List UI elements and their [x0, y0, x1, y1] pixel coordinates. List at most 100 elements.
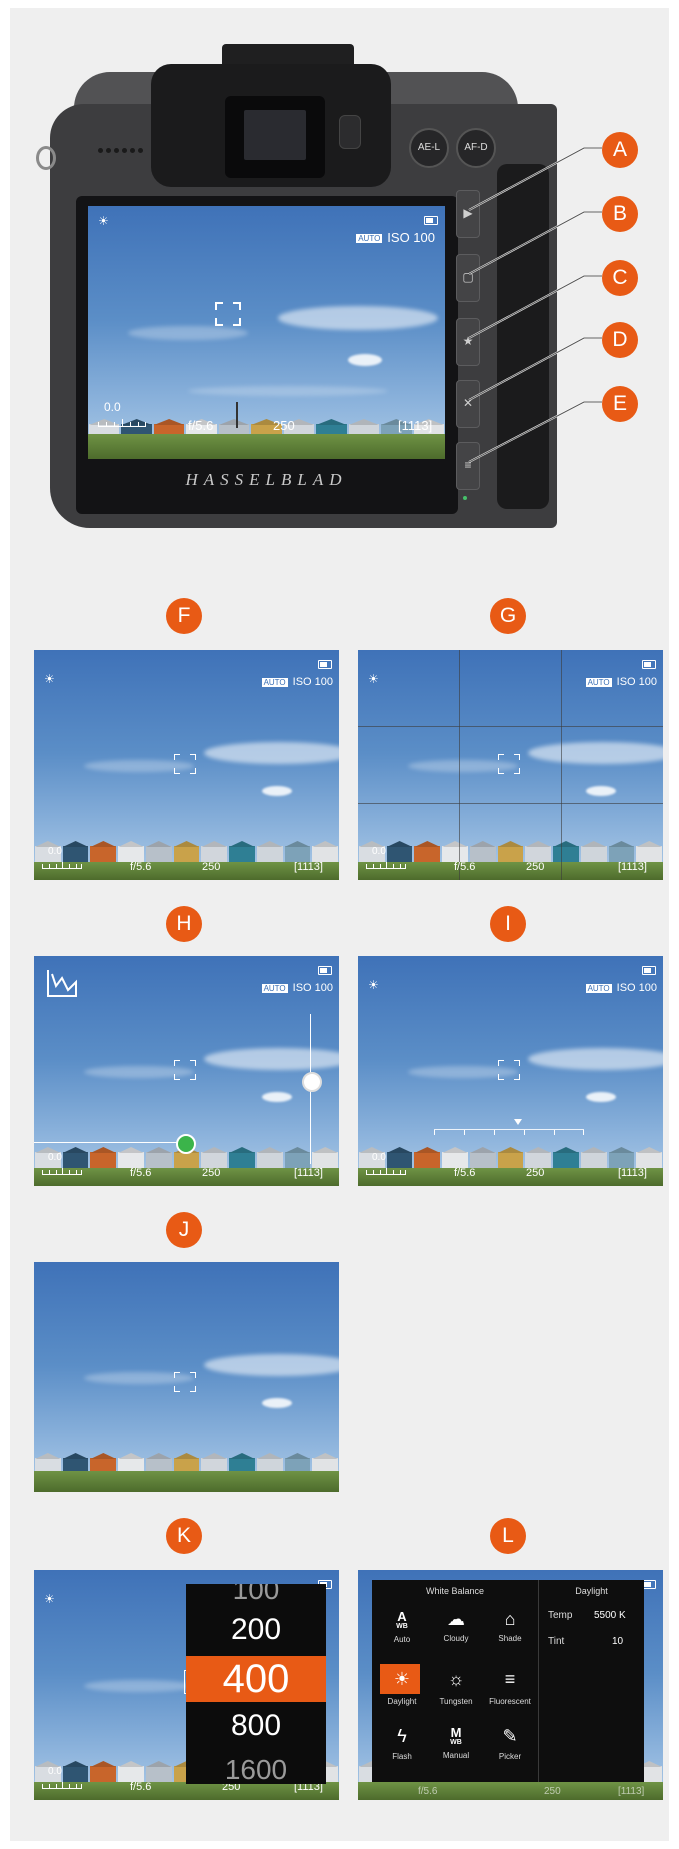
- shots-remaining: [1113]: [294, 861, 323, 873]
- histogram-icon: [47, 970, 77, 997]
- shutter-readout: 250: [526, 861, 545, 873]
- battery-icon: [642, 966, 656, 975]
- panel-j-clean-view: [34, 1262, 339, 1492]
- aperture-readout: f/5.6: [130, 861, 152, 873]
- marker-e: E: [602, 386, 638, 422]
- battery-icon: [318, 966, 332, 975]
- aperture-readout: f/5.6: [418, 1786, 438, 1797]
- iso-option[interactable]: 100: [186, 1584, 326, 1610]
- battery-icon: [318, 660, 332, 669]
- cloud-icon: ☁: [447, 1609, 465, 1629]
- focus-point: [498, 1060, 520, 1080]
- iso-readout: ISO 100: [292, 982, 333, 994]
- panel-k-iso-picker: ☀ 0.0 f/5.6 250 [1113] 100 200 400 800 1…: [34, 1570, 339, 1800]
- flash-icon: ϟ: [397, 1726, 407, 1746]
- panel-i-focus-scale-view: ☀ AUTO ISO 100 0.0 f/5.6 250 [1113]: [358, 956, 663, 1186]
- exposure-comp-value: 0.0: [372, 1152, 386, 1163]
- focus-point: [174, 754, 196, 774]
- tint-label: Tint: [548, 1636, 565, 1647]
- marker-g: G: [490, 598, 526, 634]
- horizontal-level-indicator: [176, 1134, 196, 1154]
- iso-option[interactable]: 1600: [186, 1750, 326, 1784]
- marker-a: A: [602, 132, 638, 168]
- marker-l: L: [490, 1518, 526, 1554]
- battery-icon: [642, 1580, 656, 1589]
- sun-icon: ☀: [44, 672, 55, 686]
- exposure-scale: [42, 860, 82, 869]
- exposure-scale: [42, 1780, 82, 1789]
- shots-remaining: [1113]: [618, 1167, 647, 1179]
- wb-option-fluorescent[interactable]: ≡ Fluorescent: [484, 1664, 536, 1716]
- exposure-scale: [366, 860, 406, 869]
- sun-icon: ☀: [368, 978, 379, 992]
- marker-k: K: [166, 1518, 202, 1554]
- iso-readout: ISO 100: [616, 982, 657, 994]
- iso-auto-badge: AUTO: [585, 983, 612, 993]
- wb-option-picker[interactable]: ✎ Picker: [484, 1722, 536, 1774]
- wb-option-manual[interactable]: M WB Manual: [430, 1722, 482, 1774]
- marker-f: F: [166, 598, 202, 634]
- exposure-comp-value: 0.0: [372, 846, 386, 857]
- grid-line: [561, 650, 562, 880]
- wb-option-tungsten[interactable]: ☼ Tungsten: [430, 1664, 482, 1716]
- menu-divider: [538, 1580, 539, 1782]
- wb-option-shade[interactable]: ⌂ Shade: [484, 1604, 536, 1656]
- iso-picker-list[interactable]: 100 200 400 800 1600: [186, 1584, 326, 1784]
- iso-option-selected[interactable]: 400: [186, 1656, 326, 1702]
- wb-option-flash[interactable]: ϟ Flash: [376, 1722, 428, 1774]
- bulb-icon: ☼: [447, 1669, 465, 1689]
- aperture-readout: f/5.6: [130, 1167, 152, 1179]
- shutter-readout: 250: [202, 861, 221, 873]
- wb-option-daylight[interactable]: ☀ Daylight: [376, 1664, 428, 1716]
- focus-point: [174, 1372, 196, 1392]
- panel-g-grid-view: ☀ AUTO ISO 100 0.0 f/5.6 250 [1113]: [358, 650, 663, 880]
- grid-line: [358, 803, 663, 804]
- iso-auto-badge: AUTO: [261, 677, 288, 687]
- marker-c: C: [602, 260, 638, 296]
- shutter-readout: 250: [202, 1167, 221, 1179]
- shots-remaining: [1113]: [294, 1167, 323, 1179]
- shots-remaining: [1113]: [618, 1786, 645, 1797]
- shutter-readout: 250: [544, 1786, 561, 1797]
- exposure-comp-value: 0.0: [48, 1766, 62, 1777]
- sun-icon: ☀: [368, 672, 379, 686]
- vertical-level-indicator: [302, 1072, 322, 1092]
- temp-value[interactable]: 5500 K: [594, 1610, 626, 1621]
- tint-value[interactable]: 10: [612, 1636, 623, 1647]
- shutter-readout: 250: [526, 1167, 545, 1179]
- aperture-readout: f/5.6: [454, 861, 476, 873]
- shots-remaining: [1113]: [618, 861, 647, 873]
- temp-label: Temp: [548, 1610, 573, 1621]
- aperture-readout: f/5.6: [130, 1781, 152, 1793]
- eyedropper-icon: ✎: [502, 1726, 518, 1746]
- exposure-scale: [42, 1166, 82, 1175]
- marker-h: H: [166, 906, 202, 942]
- shade-icon: ⌂: [504, 1609, 516, 1629]
- auto-wb-icon: A: [397, 1609, 407, 1624]
- focus-point: [498, 754, 520, 774]
- marker-d: D: [602, 322, 638, 358]
- iso-auto-badge: AUTO: [585, 677, 612, 687]
- exposure-comp-value: 0.0: [48, 846, 62, 857]
- sun-icon: ☀: [393, 1669, 411, 1689]
- wb-detail-title: Daylight: [575, 1586, 608, 1596]
- panel-f-standard-view: ☀ AUTO ISO 100 0.0 f/5.6 250 [1113]: [34, 650, 339, 880]
- wb-option-auto[interactable]: A WB Auto: [376, 1604, 428, 1656]
- grid-line: [358, 726, 663, 727]
- marker-b: B: [602, 196, 638, 232]
- white-balance-title: White Balance: [425, 1586, 485, 1596]
- iso-readout: ISO 100: [292, 676, 333, 688]
- iso-option[interactable]: 200: [186, 1610, 326, 1650]
- iso-readout: ISO 100: [616, 676, 657, 688]
- panel-l-white-balance-menu: White Balance A WB Auto ☁ Cloudy ⌂ Shade…: [358, 1570, 663, 1800]
- focus-position-marker: [514, 1119, 522, 1125]
- panel-h-level-view: AUTO ISO 100 0.0 f/5.6 250 [1113]: [34, 956, 339, 1186]
- focus-point: [174, 1060, 196, 1080]
- iso-option[interactable]: 800: [186, 1706, 326, 1746]
- aperture-readout: f/5.6: [454, 1167, 476, 1179]
- marker-j: J: [166, 1212, 202, 1248]
- battery-icon: [642, 660, 656, 669]
- wb-option-cloudy[interactable]: ☁ Cloudy: [430, 1604, 482, 1656]
- focus-distance-scale: [434, 1129, 584, 1144]
- exposure-scale: [366, 1166, 406, 1175]
